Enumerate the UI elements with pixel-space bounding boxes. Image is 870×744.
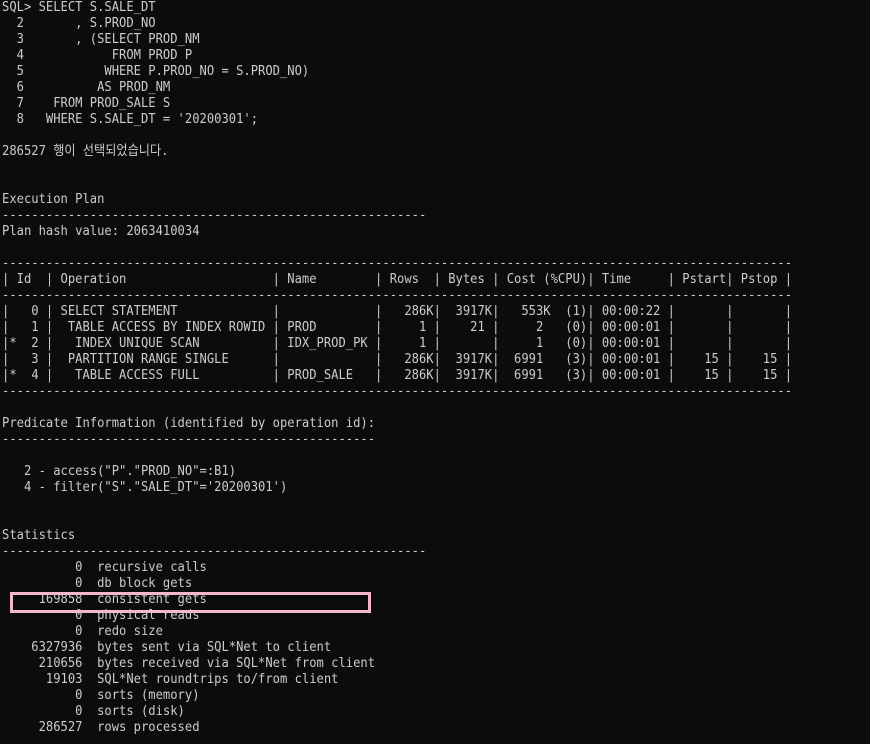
console-line: 2 , S.PROD_NO [2, 15, 156, 31]
console-line: 6327936 bytes sent via SQL*Net to client [2, 639, 332, 655]
console-line: 6 AS PROD_NM [2, 79, 171, 95]
console-line: 0 sorts (disk) [2, 703, 185, 719]
console-line: 0 db block gets [2, 575, 193, 591]
console-line: 286527 rows processed [2, 719, 200, 735]
console-line: | 1 | TABLE ACCESS BY INDEX ROWID | PROD… [2, 319, 793, 335]
console-line: | 3 | PARTITION RANGE SINGLE | | 286K| 3… [2, 351, 793, 367]
console-line: 19103 SQL*Net roundtrips to/from client [2, 671, 339, 687]
console-line: Execution Plan [2, 191, 105, 207]
console-line: ----------------------------------------… [2, 207, 427, 223]
console-line: 7 FROM PROD_SALE S [2, 95, 171, 111]
console-line: 8 WHERE S.SALE_DT = '20200301'; [2, 111, 259, 127]
console-line: Predicate Information (identified by ope… [2, 415, 376, 431]
console-line: ----------------------------------------… [2, 255, 793, 271]
console-line: 4 FROM PROD P [2, 47, 193, 63]
console-line: 3 , (SELECT PROD_NM [2, 31, 200, 47]
console-line: Statistics [2, 527, 76, 543]
console-line: |* 4 | TABLE ACCESS FULL | PROD_SALE | 2… [2, 367, 793, 383]
console-line: 286527 행이 선택되었습니다. [2, 143, 169, 159]
console-line: ----------------------------------------… [2, 383, 793, 399]
console-line: 5 WHERE P.PROD_NO = S.PROD_NO) [2, 63, 310, 79]
console-line: ----------------------------------------… [2, 431, 376, 447]
consistent-gets-highlight-box [10, 592, 371, 613]
console-line: 210656 bytes received via SQL*Net from c… [2, 655, 376, 671]
sqlplus-console[interactable]: SQL> SELECT S.SALE_DT 2 , S.PROD_NO 3 , … [0, 0, 870, 744]
console-line: 0 sorts (memory) [2, 687, 200, 703]
console-line: |* 2 | INDEX UNIQUE SCAN | IDX_PROD_PK |… [2, 335, 793, 351]
console-line: 0 recursive calls [2, 559, 207, 575]
console-line: ----------------------------------------… [2, 287, 793, 303]
console-line: 4 - filter("S"."SALE_DT"='20200301') [2, 479, 288, 495]
console-line: 0 redo size [2, 623, 163, 639]
console-line: | Id | Operation | Name | Rows | Bytes |… [2, 271, 793, 287]
console-line: Plan hash value: 2063410034 [2, 223, 200, 239]
console-line: 2 - access("P"."PROD_NO"=:B1) [2, 463, 237, 479]
console-line: ----------------------------------------… [2, 543, 427, 559]
console-line: SQL> SELECT S.SALE_DT [2, 0, 156, 15]
console-line: | 0 | SELECT STATEMENT | | 286K| 3917K| … [2, 303, 793, 319]
